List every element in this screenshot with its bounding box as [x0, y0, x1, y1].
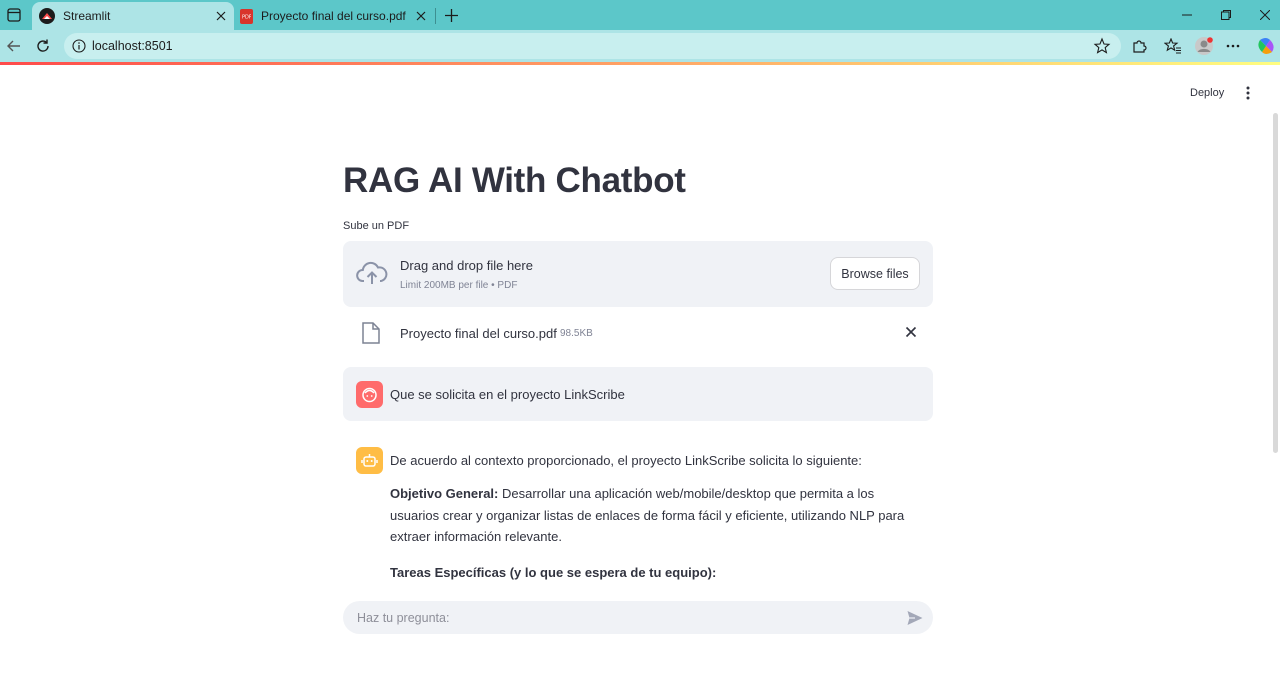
tab-streamlit[interactable]: Streamlit: [32, 2, 234, 30]
file-name: Proyecto final del curso.pdf: [400, 326, 557, 341]
tasks-heading: Tareas Específicas (y lo que se espera d…: [390, 565, 717, 580]
dropzone-instructions: Drag and drop file here: [400, 258, 533, 273]
user-chat-message: Que se solicita en el proyecto LinkScrib…: [343, 367, 933, 421]
back-icon[interactable]: [4, 36, 24, 56]
extensions-icon[interactable]: [1129, 36, 1149, 56]
reload-icon[interactable]: [33, 36, 53, 56]
close-window-icon[interactable]: [1250, 5, 1280, 25]
more-options-icon[interactable]: [1223, 36, 1243, 56]
deploy-button[interactable]: Deploy: [1182, 85, 1232, 101]
file-size: 98.5KB: [560, 328, 593, 339]
assistant-intro: De acuerdo al contexto proporcionado, el…: [390, 453, 862, 468]
chat-input[interactable]: [357, 609, 877, 627]
profile-avatar[interactable]: [1194, 36, 1214, 56]
tab-title: Proyecto final del curso.pdf: [261, 9, 406, 23]
address-bar[interactable]: localhost:8501: [64, 33, 1121, 59]
remove-file-icon[interactable]: [903, 324, 919, 340]
browse-files-button[interactable]: Browse files: [830, 257, 920, 290]
cloud-upload-icon: [356, 261, 388, 287]
assistant-chat-message: De acuerdo al contexto proporcionado, el…: [343, 445, 933, 585]
copilot-icon[interactable]: [1256, 36, 1276, 56]
svg-text:PDF: PDF: [242, 15, 251, 20]
restore-icon[interactable]: [1211, 5, 1241, 25]
app-container: Deploy RAG AI With Chatbot Sube un PDF D…: [0, 65, 1280, 673]
close-tab-icon[interactable]: [213, 8, 229, 24]
close-tab-icon[interactable]: [413, 8, 429, 24]
favorites-icon[interactable]: [1163, 36, 1183, 56]
streamlit-icon: [39, 8, 55, 24]
file-dropzone[interactable]: Drag and drop file here Limit 200MB per …: [343, 241, 933, 307]
site-info-icon[interactable]: [71, 38, 87, 54]
file-icon: [362, 322, 380, 344]
url-text: localhost:8501: [92, 39, 173, 53]
toolbar: localhost:8501: [0, 30, 1280, 62]
scrollbar[interactable]: [1273, 113, 1278, 453]
dropzone-limit: Limit 200MB per file • PDF: [400, 280, 518, 291]
new-tab-icon[interactable]: [441, 5, 461, 25]
uploader-label: Sube un PDF: [343, 220, 410, 232]
objective-label: Objetivo General:: [390, 486, 499, 501]
send-icon[interactable]: [906, 609, 924, 627]
tab-divider: [435, 8, 436, 24]
uploaded-file: Proyecto final del curso.pdf 98.5KB: [343, 317, 933, 349]
assistant-avatar-icon: [356, 447, 383, 474]
minimize-icon[interactable]: [1172, 5, 1202, 25]
main-menu-icon[interactable]: [1240, 85, 1256, 101]
tab-actions-icon[interactable]: [4, 5, 24, 25]
favorite-star-icon[interactable]: [1093, 37, 1111, 55]
user-avatar-icon: [356, 381, 383, 408]
tab-bar: Streamlit PDF Proyecto final del curso.p…: [0, 0, 1280, 30]
tab-title: Streamlit: [63, 9, 111, 23]
assistant-objective: Objetivo General: Desarrollar una aplica…: [390, 483, 920, 548]
user-message-text: Que se solicita en el proyecto LinkScrib…: [390, 387, 625, 402]
tab-pdf[interactable]: PDF Proyecto final del curso.pdf: [236, 2, 434, 30]
page-title: RAG AI With Chatbot: [343, 161, 686, 200]
chat-input-container: [343, 601, 933, 634]
pdf-icon: PDF: [240, 8, 253, 24]
